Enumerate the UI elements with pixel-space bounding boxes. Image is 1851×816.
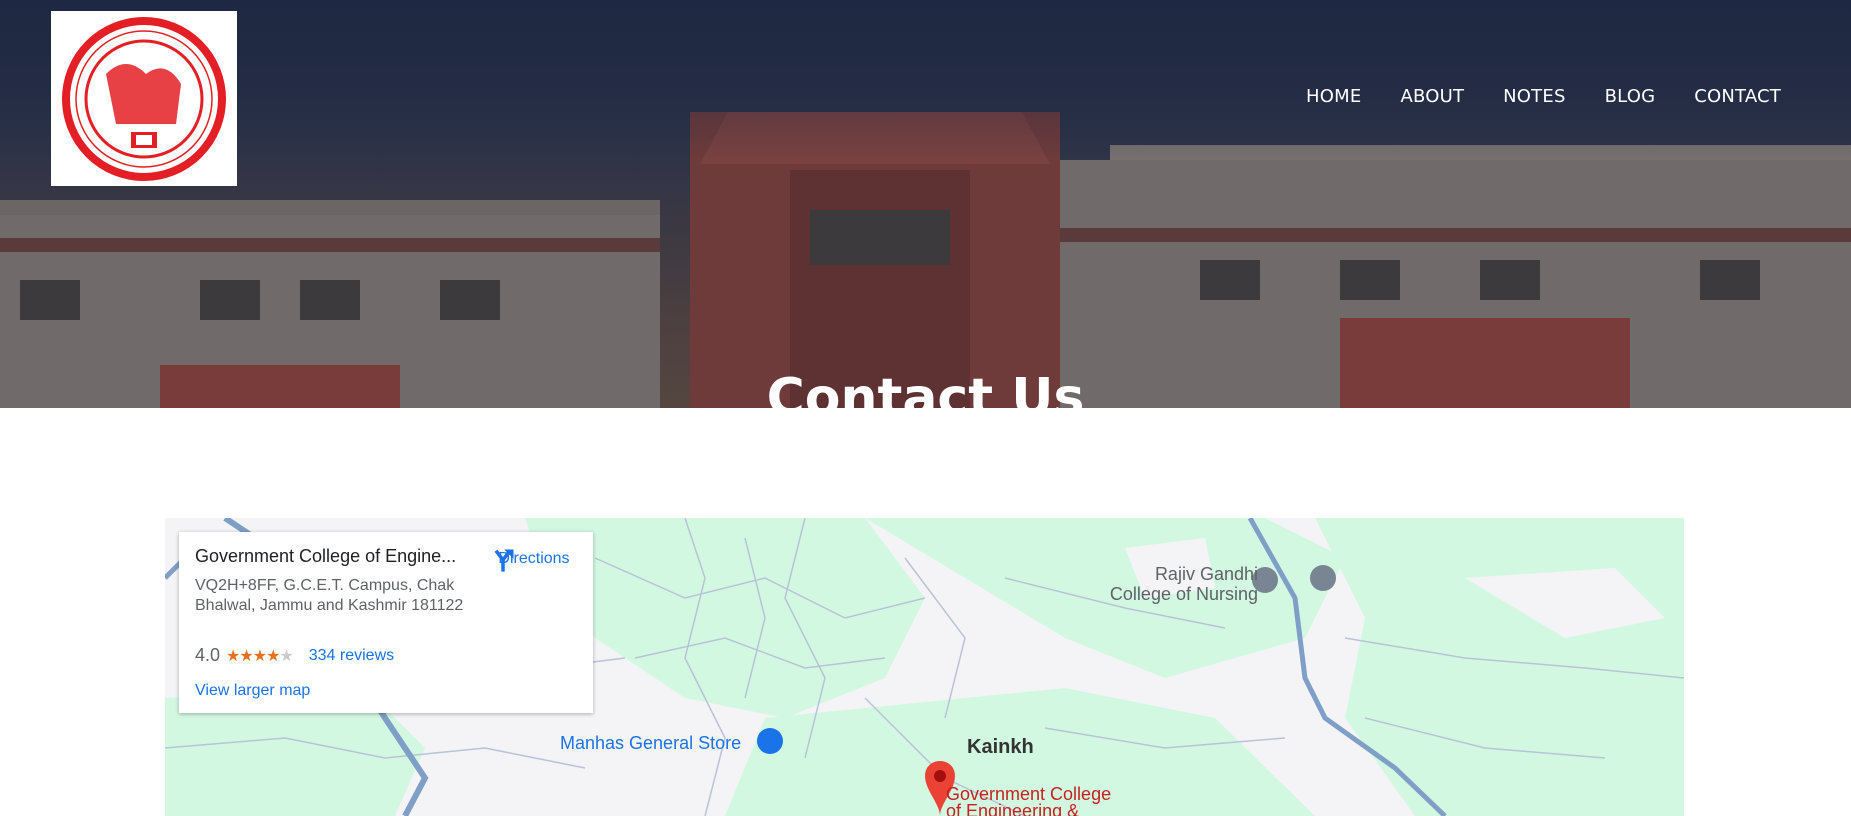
embedded-map[interactable]: Rajiv Gandhi College of Nursing Manhas G… <box>165 518 1684 816</box>
place-address: VQ2H+8FF, G.C.E.T. Campus, Chak Bhalwal,… <box>195 577 464 614</box>
nav-contact[interactable]: CONTACT <box>1694 86 1781 107</box>
rating-value: 4.0 <box>195 645 221 665</box>
window <box>440 280 500 320</box>
facade-band <box>0 238 660 252</box>
directions-button[interactable]: Directions <box>489 546 579 572</box>
reviews-link[interactable]: 334 reviews <box>309 647 394 665</box>
window <box>300 280 360 320</box>
window <box>1200 260 1260 300</box>
map-label-nursing-college[interactable]: Rajiv Gandhi College of Nursing <box>1085 564 1258 604</box>
map-label-gcet[interactable]: Government College of Engineering & <box>946 785 1111 816</box>
window <box>1480 260 1540 300</box>
site-logo[interactable] <box>51 11 237 186</box>
college-emblem-icon <box>62 16 226 181</box>
rating-stars-icon: ★★★★★ <box>226 647 294 665</box>
map-label-store[interactable]: Manhas General Store <box>560 733 741 754</box>
window <box>1700 260 1760 300</box>
nav-blog[interactable]: BLOG <box>1605 86 1656 107</box>
directions-icon <box>494 549 514 572</box>
place-rating: 4.0 ★★★★★ 334 reviews <box>195 645 394 666</box>
place-title[interactable]: Government College of Engine... <box>195 546 480 567</box>
window <box>810 210 950 265</box>
gcet-label-line2: of Engineering & <box>946 801 1080 816</box>
main-nav: HOME ABOUT NOTES BLOG CONTACT <box>1267 86 1781 107</box>
window <box>20 280 80 320</box>
map-info-card: Government College of Engine... VQ2H+8FF… <box>179 532 593 713</box>
nursing-label-line1: Rajiv Gandhi <box>1154 564 1258 584</box>
sky-overlay <box>0 0 1851 160</box>
view-larger-map-link[interactable]: View larger map <box>195 682 310 700</box>
facade-band <box>1060 228 1851 242</box>
nav-about[interactable]: ABOUT <box>1400 86 1464 107</box>
map-label-locality: Kainkh <box>967 736 1034 758</box>
nursing-label-line2: College of Nursing <box>1109 584 1258 604</box>
page-title: Contact Us <box>766 368 1085 408</box>
window <box>1340 260 1400 300</box>
window <box>200 280 260 320</box>
hero-banner: Contact Us <box>0 0 1851 408</box>
nav-notes[interactable]: NOTES <box>1503 86 1565 107</box>
nav-home[interactable]: HOME <box>1306 86 1361 107</box>
